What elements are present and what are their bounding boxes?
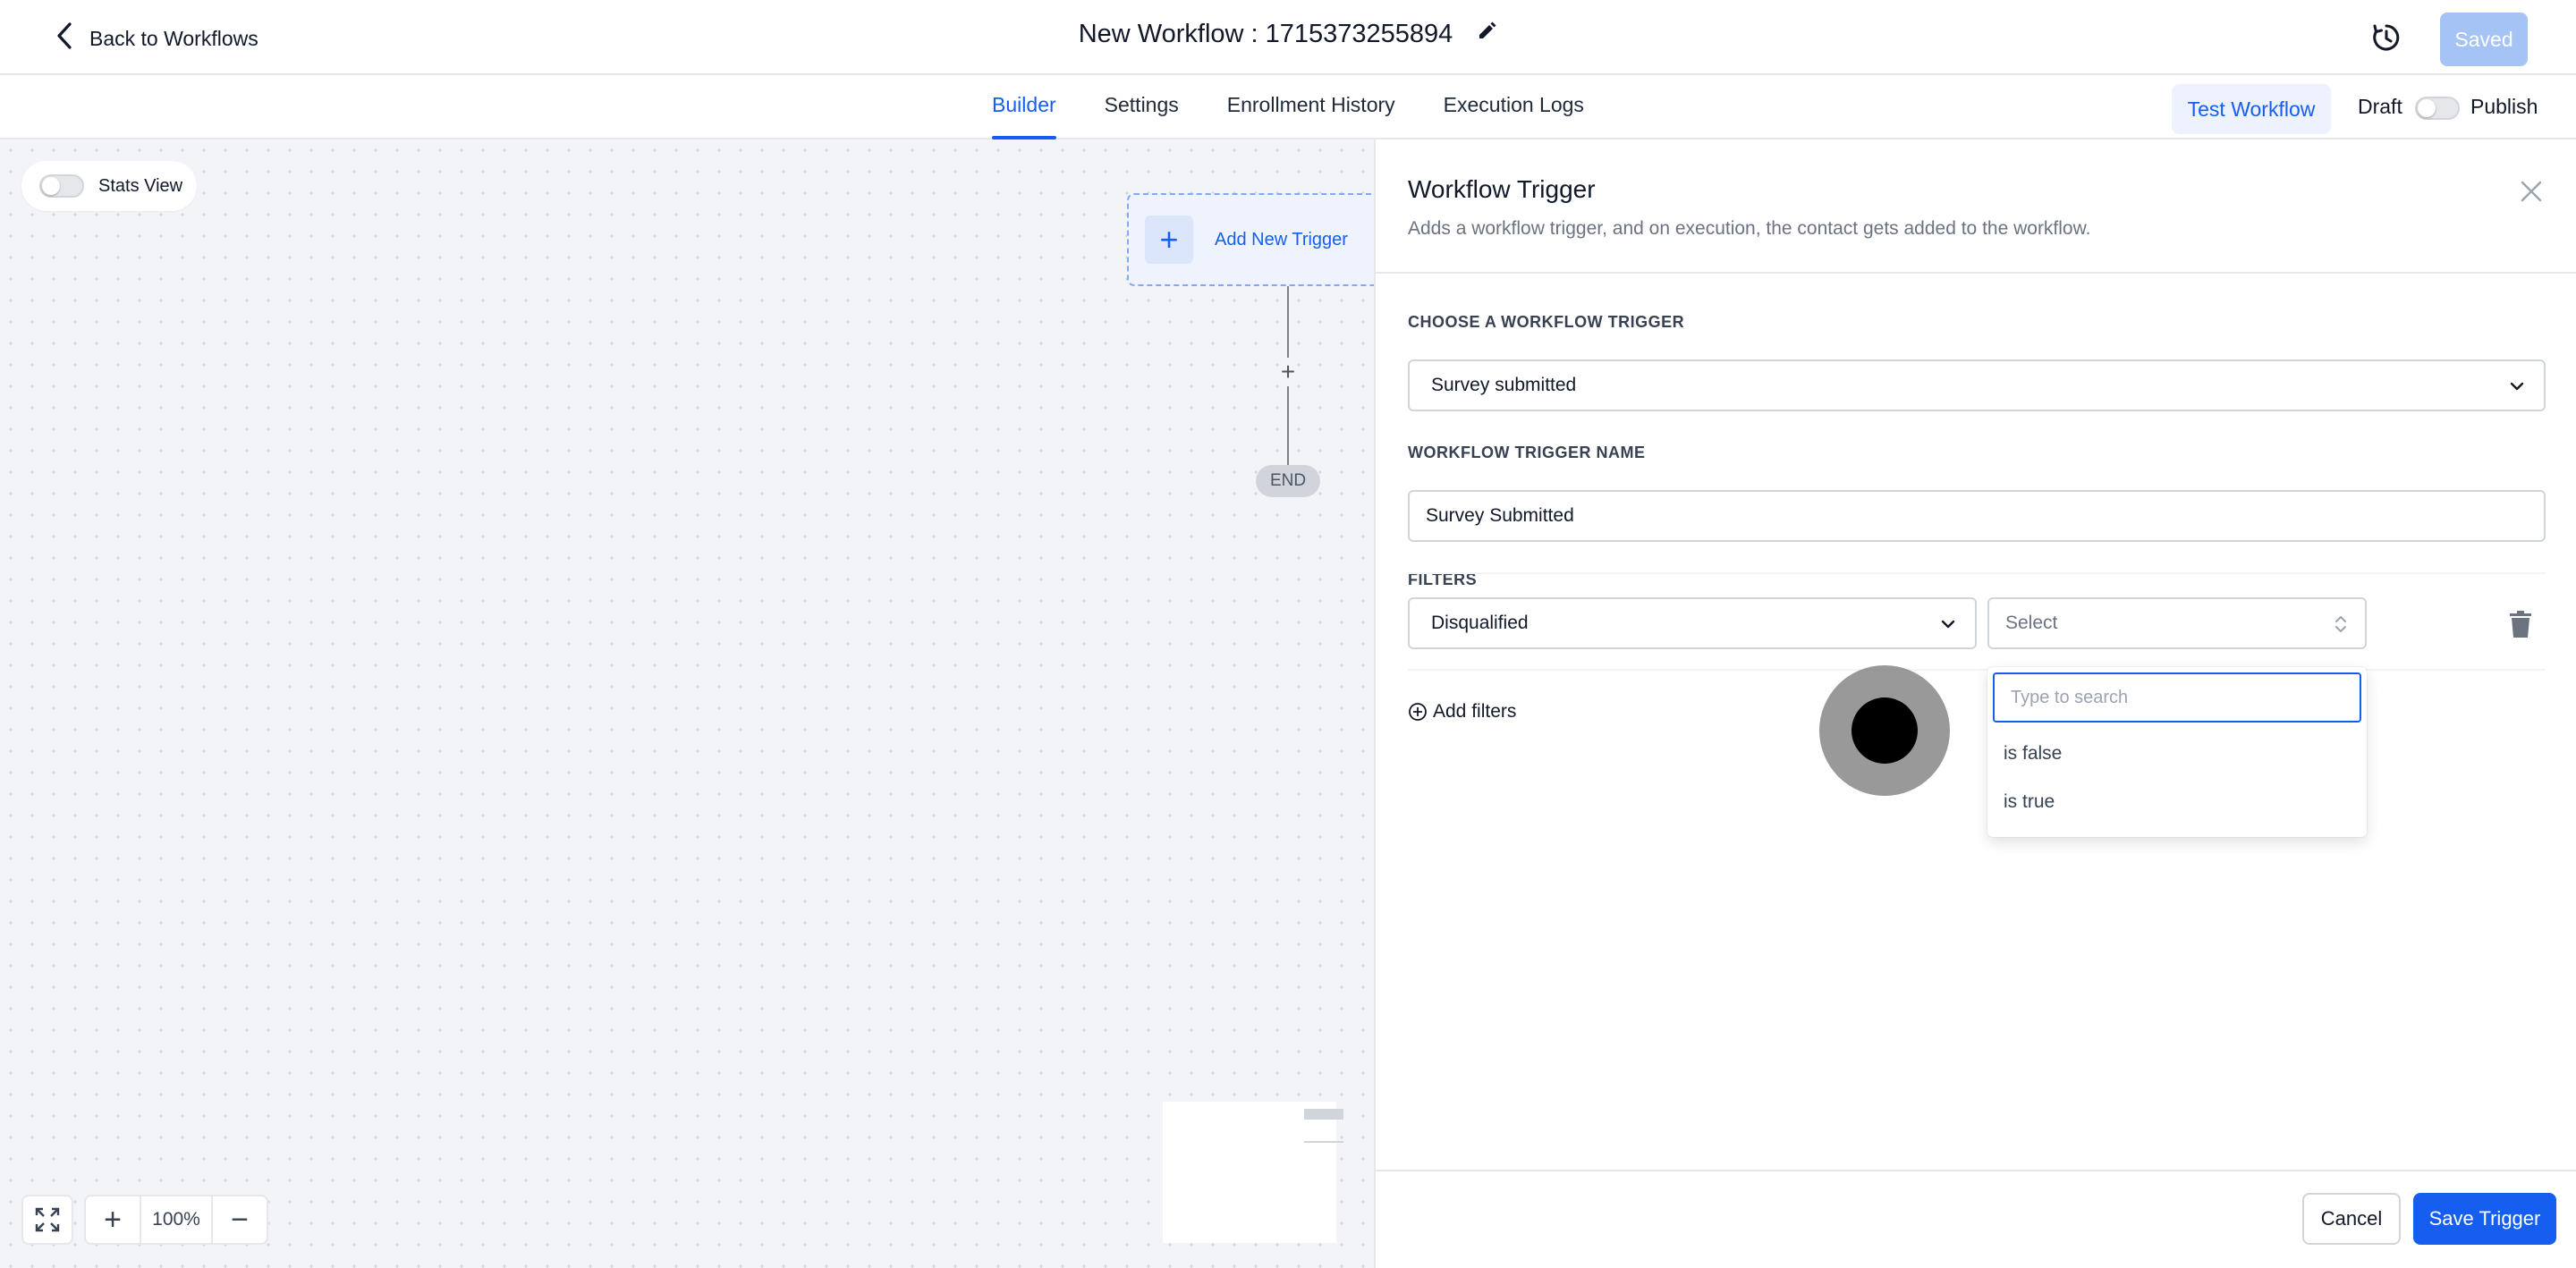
trigger-type-value: Survey submitted bbox=[1431, 375, 1577, 395]
toggle-knob bbox=[42, 177, 60, 195]
end-node: END bbox=[1256, 465, 1320, 497]
panel-footer-divider bbox=[1376, 1170, 2576, 1171]
test-workflow-button[interactable]: Test Workflow bbox=[2172, 84, 2331, 134]
stats-view-toggle[interactable] bbox=[39, 174, 84, 198]
draft-label: Draft bbox=[2358, 95, 2402, 118]
save-trigger-button[interactable]: Save Trigger bbox=[2413, 1193, 2556, 1245]
chevron-down-icon bbox=[1941, 620, 1955, 629]
panel-divider bbox=[1376, 272, 2576, 274]
publish-toggle[interactable] bbox=[2415, 97, 2460, 120]
tab-execution-logs[interactable]: Execution Logs bbox=[1444, 75, 1584, 139]
workflow-trigger-panel: Workflow Trigger Adds a workflow trigger… bbox=[1374, 139, 2576, 1268]
filter-field-select[interactable]: Disqualified bbox=[1408, 597, 1977, 649]
plus-icon: + bbox=[1145, 216, 1193, 264]
history-clock-icon[interactable] bbox=[2370, 21, 2402, 54]
trigger-name-value: Survey Submitted bbox=[1426, 505, 1574, 526]
connector-line bbox=[1287, 286, 1289, 358]
fit-view-expand-icon[interactable] bbox=[21, 1195, 73, 1245]
add-new-trigger-card[interactable]: + Add New Trigger bbox=[1127, 193, 1386, 286]
saved-button[interactable]: Saved bbox=[2440, 13, 2528, 66]
close-icon[interactable] bbox=[2517, 177, 2546, 206]
tab-bar: Builder Settings Enrollment History Exec… bbox=[0, 75, 2576, 139]
trigger-name-label: WORKFLOW TRIGGER NAME bbox=[1408, 444, 1646, 461]
option-is-false[interactable]: is false bbox=[1987, 730, 2367, 778]
add-filters-label: Add filters bbox=[1433, 701, 1517, 722]
filter-operator-placeholder: Select bbox=[2005, 613, 2058, 633]
publish-label: Publish bbox=[2470, 95, 2538, 118]
page-title: New Workflow : 1715373255894 bbox=[1078, 20, 1453, 48]
chevron-down-icon bbox=[2510, 382, 2524, 391]
tabs: Builder Settings Enrollment History Exec… bbox=[992, 75, 1584, 139]
filter-row: Disqualified Select bbox=[1408, 572, 2546, 671]
add-filters-button[interactable]: Add filters bbox=[1408, 701, 1516, 723]
choose-trigger-label: CHOOSE A WORKFLOW TRIGGER bbox=[1408, 313, 1685, 331]
tab-settings[interactable]: Settings bbox=[1105, 75, 1179, 139]
panel-subtitle: Adds a workflow trigger, and on executio… bbox=[1408, 218, 2091, 239]
click-indicator-dot bbox=[1852, 697, 1918, 764]
operator-dropdown-menu: is false is true bbox=[1987, 667, 2367, 837]
trigger-type-select[interactable]: Survey submitted bbox=[1408, 359, 2546, 411]
stats-view-label: Stats View bbox=[98, 175, 183, 196]
minimap-node bbox=[1304, 1109, 1343, 1120]
zoom-out-button[interactable]: − bbox=[213, 1196, 267, 1243]
delete-filter-trash-icon[interactable] bbox=[2508, 610, 2533, 638]
chevron-up-down-icon bbox=[2335, 616, 2346, 632]
stats-view-control: Stats View bbox=[21, 161, 197, 211]
add-trigger-label: Add New Trigger bbox=[1215, 229, 1348, 249]
add-action-plus-icon[interactable]: + bbox=[1274, 358, 1302, 386]
connector-line bbox=[1287, 386, 1289, 465]
page-title-row: New Workflow : 1715373255894 bbox=[0, 20, 2576, 49]
top-bar: Back to Workflows New Workflow : 1715373… bbox=[0, 0, 2576, 75]
toggle-knob bbox=[2418, 99, 2436, 117]
option-is-true[interactable]: is true bbox=[1987, 778, 2367, 826]
zoom-in-button[interactable]: + bbox=[86, 1196, 140, 1243]
tab-builder[interactable]: Builder bbox=[992, 75, 1056, 139]
zoom-level: 100% bbox=[140, 1196, 213, 1243]
click-indicator bbox=[1819, 665, 1950, 796]
cancel-button[interactable]: Cancel bbox=[2302, 1193, 2401, 1245]
panel-title: Workflow Trigger bbox=[1408, 175, 1596, 203]
edit-title-pencil-icon[interactable] bbox=[1476, 20, 1497, 49]
workflow-canvas[interactable]: Stats View + Add New Trigger + END + 100… bbox=[0, 139, 1386, 1268]
tab-enrollment-history[interactable]: Enrollment History bbox=[1227, 75, 1395, 139]
filter-operator-select[interactable]: Select bbox=[1987, 597, 2367, 649]
plus-circle-icon bbox=[1409, 703, 1427, 721]
trigger-name-input[interactable]: Survey Submitted bbox=[1408, 490, 2546, 542]
filter-field-value: Disqualified bbox=[1431, 613, 1529, 633]
zoom-controls: + 100% − bbox=[84, 1195, 268, 1245]
minimap[interactable] bbox=[1163, 1102, 1343, 1243]
dropdown-search-input[interactable] bbox=[1993, 672, 2361, 723]
minimap-node bbox=[1304, 1141, 1343, 1143]
